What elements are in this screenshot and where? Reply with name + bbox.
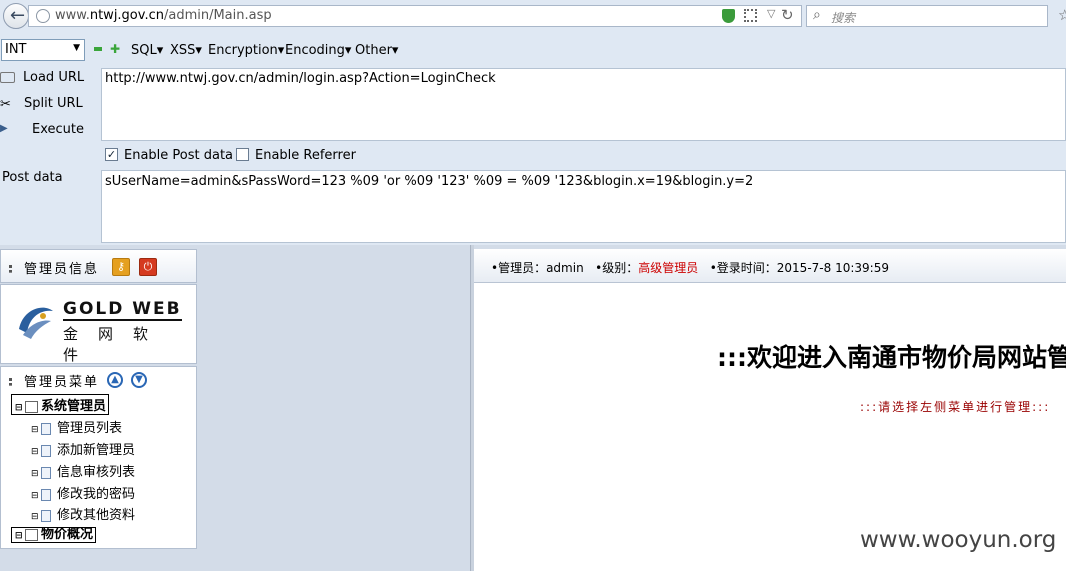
login-time: •登录时间：2015-7-8 10:39:59 [709, 261, 889, 275]
search-input[interactable]: ⌕ 搜索 [806, 5, 1048, 27]
admin-info-panel: 管理员信息 ⚷ ⏻ [0, 249, 197, 283]
tree-root-system-admin[interactable]: ⊟ 系统管理员 [11, 394, 110, 415]
book-icon [25, 400, 38, 413]
load-url-button[interactable]: Load URL [0, 70, 84, 85]
enable-referrer-label[interactable]: Enable Referrer [255, 148, 356, 163]
grip-icon [9, 265, 20, 273]
search-placeholder: 搜索 [831, 11, 856, 25]
enable-post-label[interactable]: Enable Post data [124, 148, 233, 163]
load-url-icon [0, 72, 15, 83]
type-select[interactable]: INT ▼ [1, 39, 85, 61]
address-text: www.ntwj.gov.cn/admin/Main.asp [55, 8, 272, 23]
url-textarea[interactable]: http://www.ntwj.gov.cn/admin/login.asp?A… [101, 68, 1066, 141]
globe-icon [36, 9, 50, 23]
grip-icon [9, 378, 20, 386]
increase-icon[interactable]: ✚ [110, 43, 120, 55]
document-icon [41, 509, 51, 522]
reload-icon[interactable]: ↻ [781, 6, 794, 24]
logo-panel: GOLD WEB 金网软件 [0, 284, 197, 364]
document-icon [41, 444, 51, 457]
bookmark-star-icon[interactable]: ☆ [1058, 6, 1066, 24]
document-icon [41, 488, 51, 501]
expand-all-icon[interactable]: ▼ [131, 372, 147, 388]
tree-toggle-icon: ⊟ [15, 403, 23, 413]
watermark: www.wooyun.org [860, 527, 1057, 553]
tree-item[interactable]: ⊟ 修改我的密码 [31, 483, 135, 502]
back-arrow-icon: ← [10, 5, 26, 26]
tree-branch-icon: ⊟ [31, 447, 39, 457]
menu-encryption[interactable]: Encryption▾ [208, 43, 284, 58]
tree-item[interactable]: ⊟ 管理员列表 [31, 417, 122, 436]
enable-referrer-checkbox[interactable] [236, 148, 249, 161]
admin-level-label: •级别： [595, 261, 639, 275]
tree-toggle-icon: ⊟ [15, 531, 23, 541]
menu-other[interactable]: Other▾ [355, 43, 398, 58]
logo-text-en: GOLD WEB [63, 299, 182, 321]
admin-menu-panel: 管理员菜单 ▲ ▼ ⊟ 系统管理员 ⊟ 管理员列表 ⊟ 添加新管理员 ⊟ 信息审核列表 … [0, 366, 197, 549]
tree-branch-icon: ⊟ [31, 491, 39, 501]
document-icon [41, 422, 51, 435]
tree-root-price-overview[interactable]: ⊟ 物价概况 [11, 527, 97, 543]
shield-icon[interactable] [722, 9, 735, 23]
scissors-icon: ✂ [0, 96, 11, 112]
menu-encoding[interactable]: Encoding▾ [285, 43, 351, 58]
play-icon: ▶ [0, 122, 8, 134]
chevron-down-icon: ▼ [73, 43, 80, 53]
collapse-all-icon[interactable]: ▲ [107, 372, 123, 388]
admin-level-value: 高级管理员 [638, 261, 699, 275]
menu-xss[interactable]: XSS▾ [170, 43, 202, 58]
key-icon[interactable]: ⚷ [112, 258, 130, 276]
instruction-text: :::请选择左侧菜单进行管理::: [860, 400, 1051, 414]
tree-branch-icon: ⊟ [31, 469, 39, 479]
book-icon [25, 528, 38, 541]
back-button[interactable]: ← [3, 3, 29, 29]
post-data-textarea[interactable]: sUserName=admin&sPassWord=123 %09 'or %0… [101, 170, 1066, 243]
tree-branch-icon: ⊟ [31, 512, 39, 522]
address-bar[interactable]: www.ntwj.gov.cn/admin/Main.asp ▽ ↻ [28, 5, 802, 27]
menu-sql[interactable]: SQL▾ [131, 43, 163, 58]
browser-toolbar: ← www.ntwj.gov.cn/admin/Main.asp ▽ ↻ ⌕ 搜… [0, 0, 1066, 33]
tree-item[interactable]: ⊟ 信息审核列表 [31, 461, 135, 480]
split-url-button[interactable]: ✂ Split URL [0, 96, 83, 112]
execute-button[interactable]: ▶ Execute [0, 122, 84, 137]
admin-status-bar: •管理员：admin •级别：高级管理员 •登录时间：2015-7-8 10:3… [474, 249, 1066, 283]
type-select-value: INT [5, 42, 27, 57]
post-data-label: Post data [2, 170, 63, 185]
dropdown-arrow-icon[interactable]: ▽ [767, 7, 775, 20]
url-textarea-value: http://www.ntwj.gov.cn/admin/login.asp?A… [105, 71, 496, 86]
tree-item[interactable]: ⊟ 修改其他资料 [31, 504, 135, 523]
tree-item[interactable]: ⊟ 添加新管理员 [31, 439, 135, 458]
gold-web-logo-icon [19, 307, 53, 339]
admin-status-text: •管理员：admin •级别：高级管理员 •登录时间：2015-7-8 10:3… [491, 259, 889, 276]
tree-branch-icon: ⊟ [31, 425, 39, 435]
search-icon: ⌕ [813, 7, 821, 23]
document-icon [41, 466, 51, 479]
qr-code-icon[interactable] [744, 9, 757, 22]
logo-text-zh: 金网软件 [63, 325, 169, 364]
power-icon[interactable]: ⏻ [139, 258, 157, 276]
hackbar-panel: INT ▼ ✚ SQL▾ XSS▾ Encryption▾ Encoding▾ … [0, 33, 1066, 245]
welcome-heading: :::欢迎进入南通市物价局网站管 [717, 343, 1066, 372]
post-data-value: sUserName=admin&sPassWord=123 %09 'or %0… [105, 174, 754, 189]
admin-info-title: 管理员信息 [9, 258, 99, 277]
decrease-icon[interactable] [94, 47, 102, 51]
admin-name: •管理员：admin [491, 261, 584, 275]
admin-menu-title: 管理员菜单 [9, 371, 99, 390]
enable-post-checkbox[interactable]: ✓ [105, 148, 118, 161]
